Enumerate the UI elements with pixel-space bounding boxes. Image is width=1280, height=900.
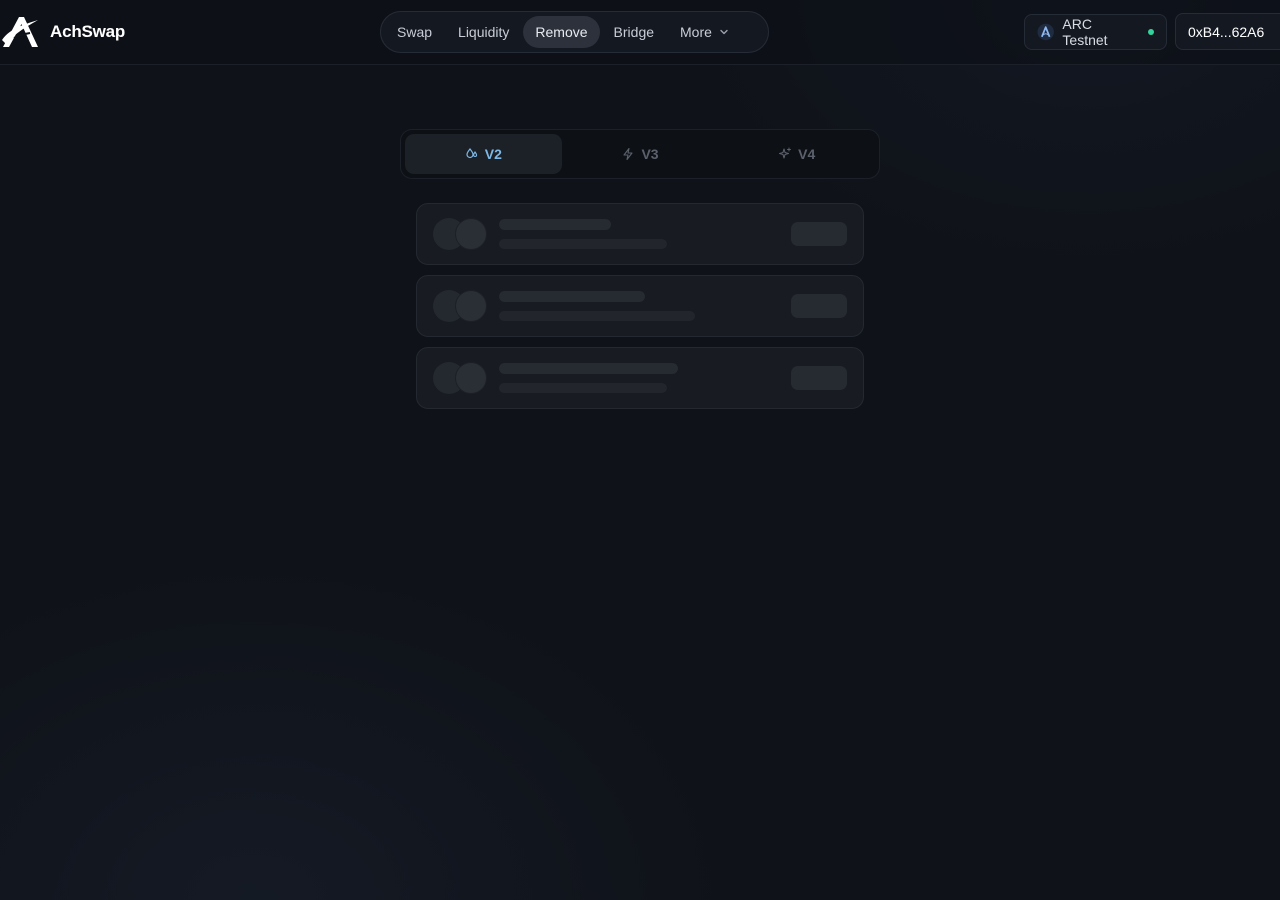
zap-icon (623, 147, 633, 161)
skeleton-line (499, 363, 678, 374)
skeleton-position-card (416, 347, 864, 409)
arc-network-icon (1037, 23, 1054, 41)
achswap-logo-icon (2, 17, 38, 47)
nav-item-bridge[interactable]: Bridge (602, 16, 666, 48)
tab-label: V2 (484, 146, 502, 162)
nav-item-label: Remove (535, 24, 588, 40)
sparkles-icon (779, 147, 792, 159)
chevron-down-icon (720, 29, 728, 35)
tab-v4[interactable]: V4 (718, 134, 875, 174)
wallet-address: 0xB4...62A6 (1188, 23, 1265, 40)
nav-item-swap[interactable]: Swap (385, 16, 444, 48)
nav-item-label: Bridge (613, 24, 655, 40)
skeleton-button (791, 366, 847, 390)
network-label: ARC Testnet (1062, 16, 1108, 48)
top-header: AchSwap Swap Liquidity Remove Bridge Mor… (0, 0, 1280, 65)
skeleton-line (499, 311, 695, 321)
network-status-dot (1148, 29, 1154, 35)
skeleton-line (499, 383, 667, 393)
skeleton-button (791, 222, 847, 246)
nav-item-liquidity[interactable]: Liquidity (446, 16, 521, 48)
tab-label: V4 (798, 146, 816, 162)
tab-v2[interactable]: V2 (405, 134, 562, 174)
wallet-address-button[interactable]: 0xB4...62A6 (1175, 13, 1280, 50)
nav-item-label: Liquidity (458, 24, 510, 40)
nav-item-label: Swap (397, 24, 433, 40)
skeleton-position-card (416, 275, 864, 337)
tab-v3[interactable]: V3 (562, 134, 719, 174)
skeleton-token-icon (455, 290, 487, 322)
main-nav: Swap Liquidity Remove Bridge More (380, 11, 769, 53)
nav-item-remove[interactable]: Remove (523, 16, 600, 48)
nav-item-label: More (680, 24, 712, 40)
position-list-loading (416, 203, 864, 419)
brand-name: AchSwap (50, 22, 126, 41)
tab-label: V3 (641, 146, 659, 162)
skeleton-line (499, 291, 645, 302)
nav-item-more[interactable]: More (668, 16, 742, 48)
version-tabs: V2 V3 V4 (400, 129, 880, 179)
skeleton-position-card (416, 203, 864, 265)
skeleton-token-icon (455, 218, 487, 250)
network-selector[interactable]: ARC Testnet (1024, 14, 1167, 50)
skeleton-line (499, 239, 667, 249)
droplets-icon (466, 148, 477, 159)
brand[interactable]: AchSwap (0, 14, 125, 50)
skeleton-line (499, 219, 611, 230)
skeleton-button (791, 294, 847, 318)
skeleton-token-icon (455, 362, 487, 394)
